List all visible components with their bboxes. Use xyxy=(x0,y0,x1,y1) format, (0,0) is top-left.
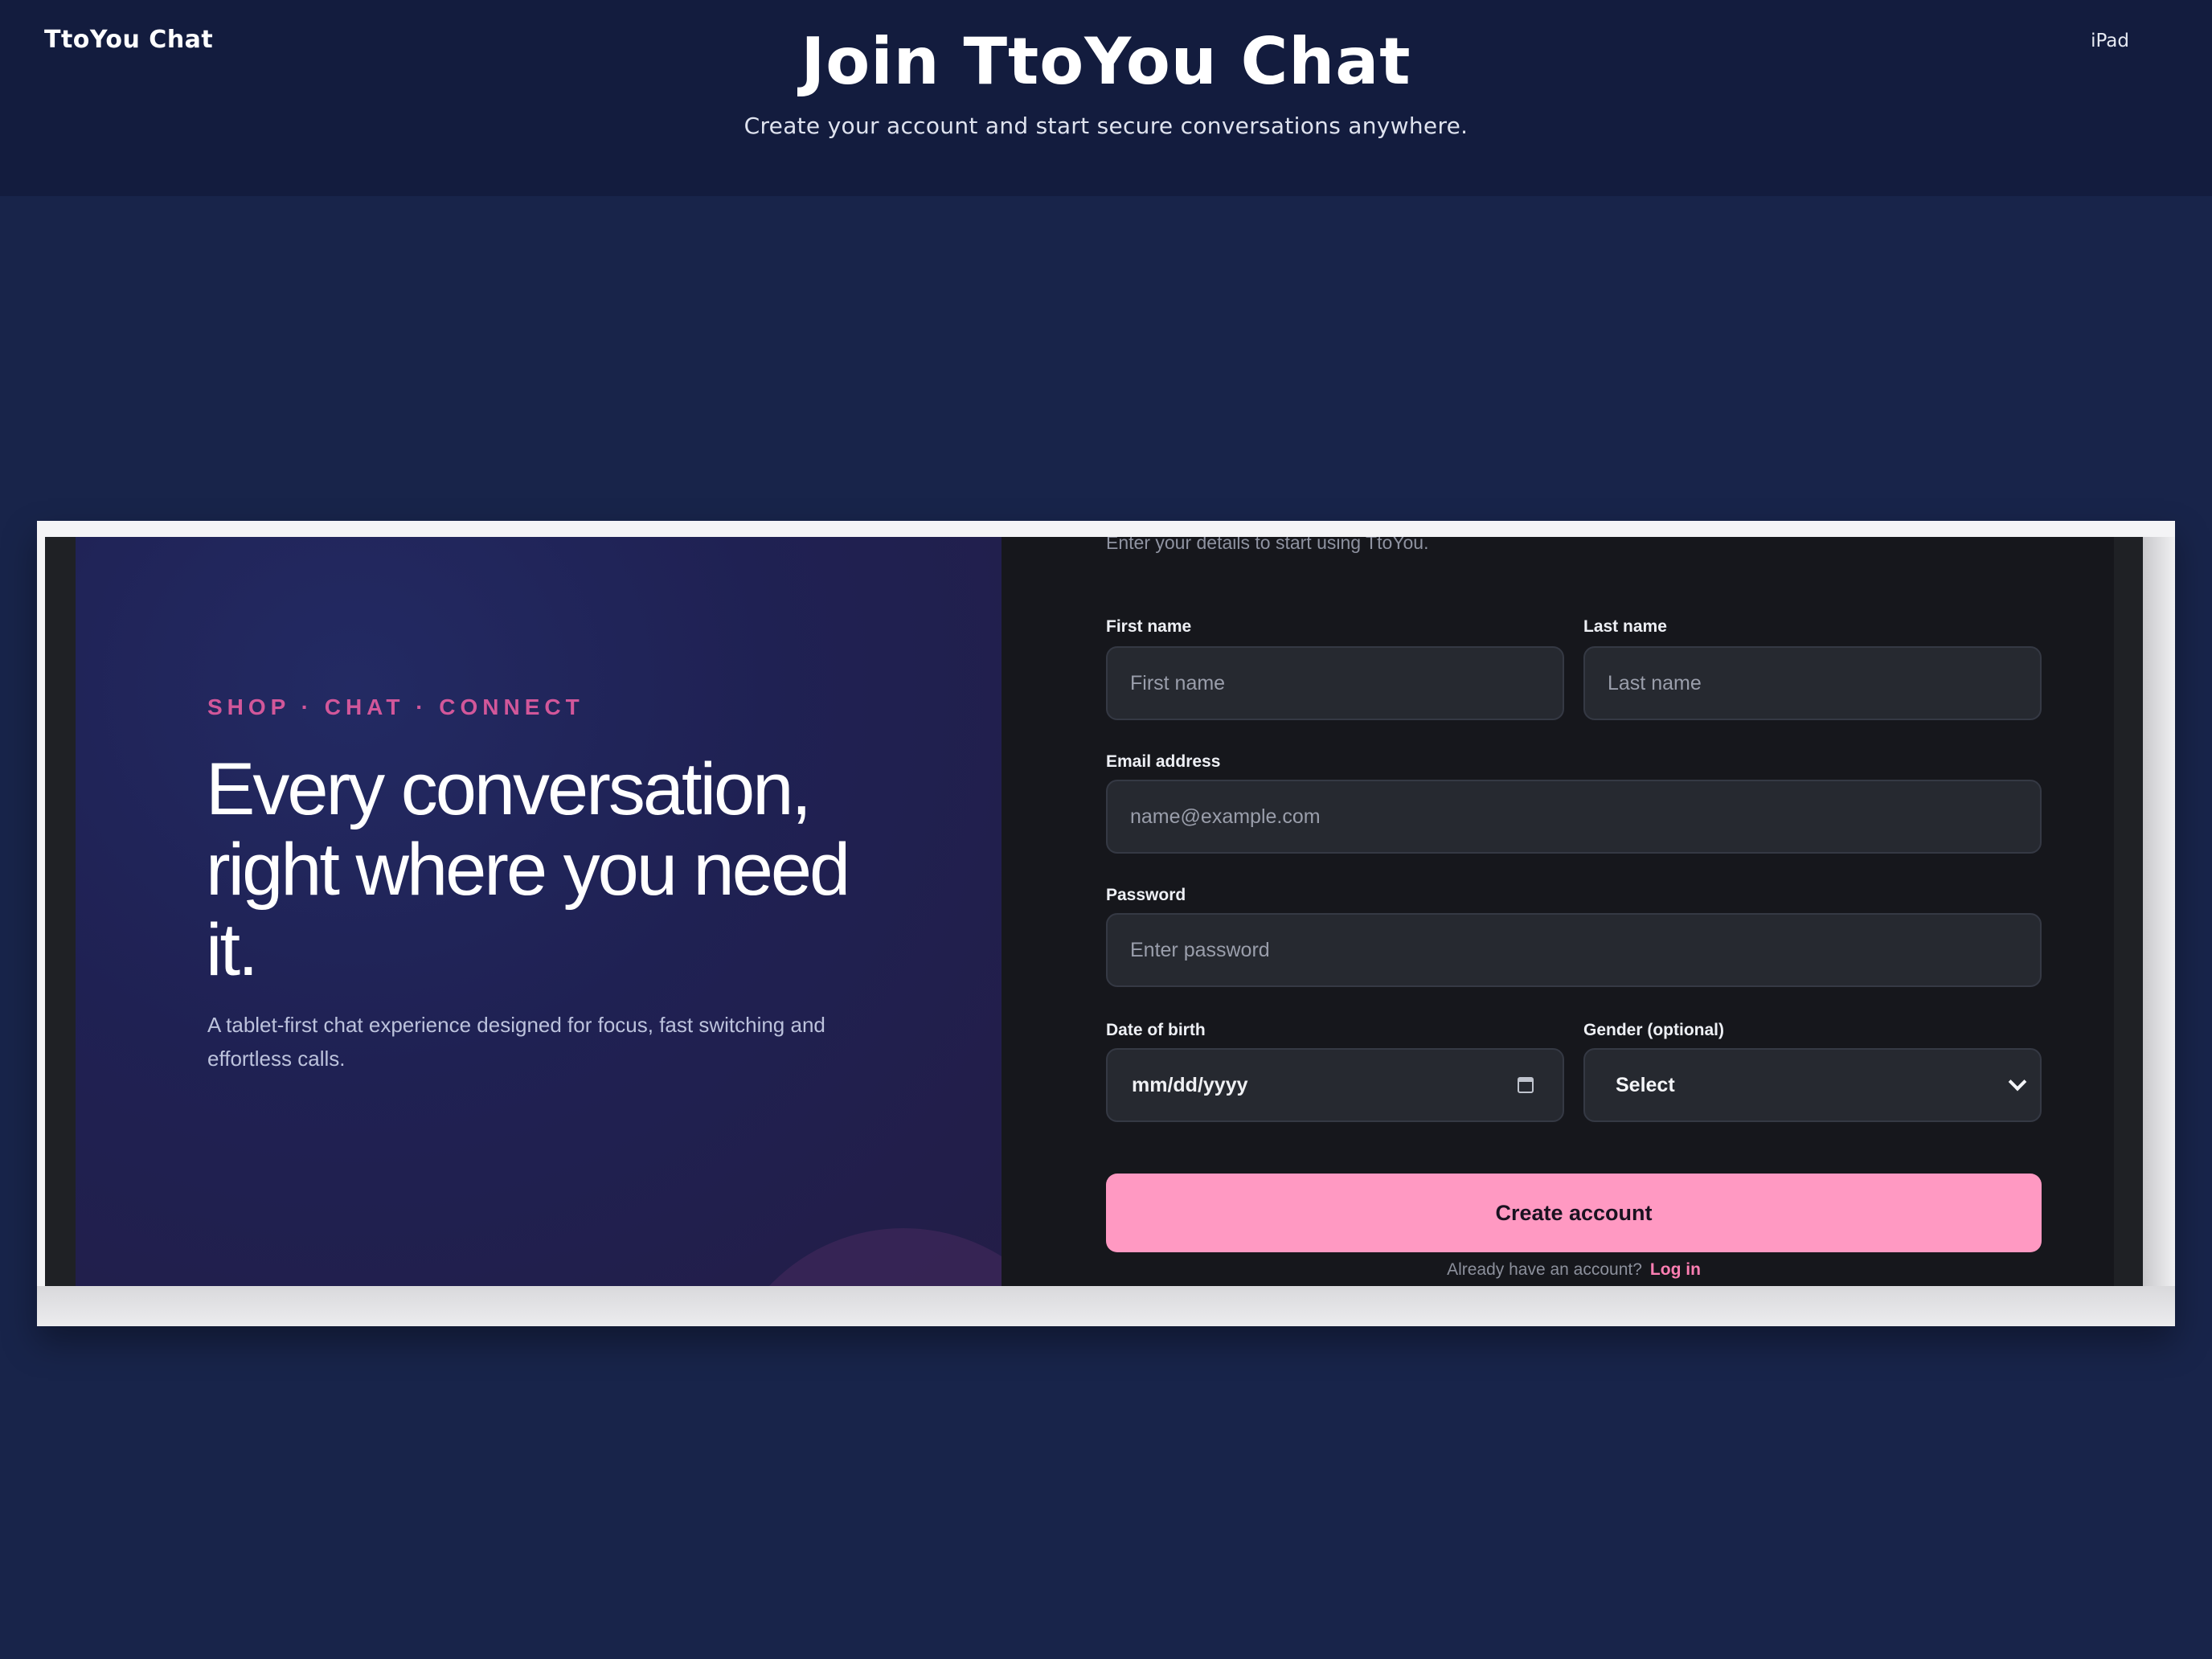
page-subtitle: Create your account and start secure con… xyxy=(743,113,1469,139)
login-prompt-line: Already have an account? Log in xyxy=(1106,1260,2042,1280)
login-link[interactable]: Log in xyxy=(1650,1260,1701,1279)
hero-headline: Every conversation, right where you need… xyxy=(206,748,850,991)
signup-form-panel: Enter your details to start using TtoYou… xyxy=(1002,537,2143,1286)
dob-label: Date of birth xyxy=(1106,1021,1206,1039)
form-intro: Enter your details to start using TtoYou… xyxy=(1106,537,1429,553)
frame-reflection xyxy=(37,1286,2175,1326)
dob-value: mm/dd/yyyy xyxy=(1132,1073,1248,1096)
gender-selected-value: Select xyxy=(1616,1073,1675,1096)
device-label: iPad xyxy=(2091,31,2129,51)
create-account-button[interactable]: Create account xyxy=(1106,1174,2042,1252)
login-prompt: Already have an account? xyxy=(1447,1260,1642,1279)
frame-edge xyxy=(2143,537,2175,1286)
hero-description: A tablet-first chat experience designed … xyxy=(207,1013,825,1071)
last-name-label: Last name xyxy=(1583,617,1667,636)
hero-eyebrow: SHOP · CHAT · CONNECT xyxy=(207,694,584,719)
gender-label: Gender (optional) xyxy=(1583,1021,1724,1039)
password-label: Password xyxy=(1106,886,1186,904)
panel-edge xyxy=(2114,537,2143,1286)
email-input[interactable] xyxy=(1106,780,2042,854)
password-input[interactable] xyxy=(1106,913,2042,987)
page-title: Join TtoYou Chat xyxy=(801,24,1411,99)
last-name-input[interactable] xyxy=(1583,646,2042,720)
page-header: TtoYou Chat Join TtoYou Chat Create your… xyxy=(0,0,2212,196)
signup-app: SHOP · CHAT · CONNECT Every conversation… xyxy=(45,537,2143,1286)
decorative-orb xyxy=(719,1228,1002,1286)
email-label: Email address xyxy=(1106,752,1221,771)
first-name-label: First name xyxy=(1106,617,1192,636)
first-name-input[interactable] xyxy=(1106,646,1564,720)
gender-select[interactable]: Select xyxy=(1583,1048,2042,1122)
hero-panel: SHOP · CHAT · CONNECT Every conversation… xyxy=(76,537,1002,1286)
device-screenshot-frame: SHOP · CHAT · CONNECT Every conversation… xyxy=(37,521,2175,1326)
chevron-down-icon xyxy=(2008,1072,2027,1092)
dob-input[interactable]: mm/dd/yyyy xyxy=(1106,1048,1564,1122)
calendar-icon[interactable] xyxy=(1518,1077,1534,1093)
